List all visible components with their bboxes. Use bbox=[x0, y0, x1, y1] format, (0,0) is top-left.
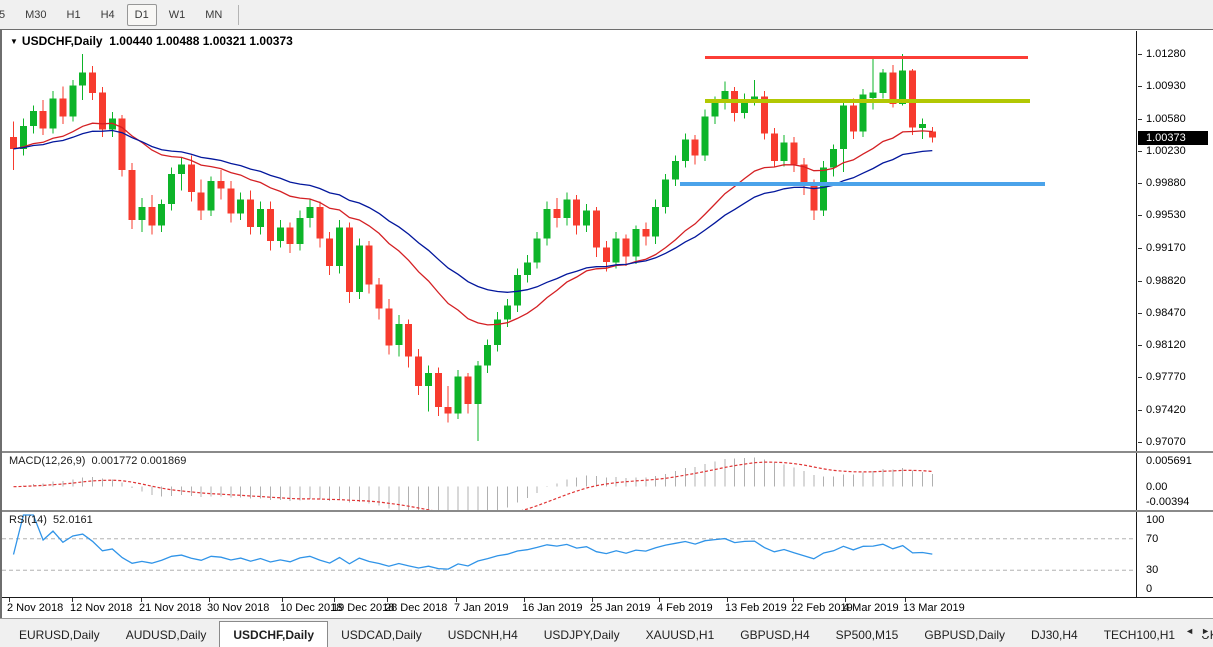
macd-tick-label: -0.00394 bbox=[1146, 496, 1190, 508]
timeframe-toolbar: 5 M30 H1 H4 D1 W1 MN bbox=[0, 0, 1213, 29]
price-tick-label: 0.99170 bbox=[1146, 242, 1186, 254]
macd-tick-label: 0.005691 bbox=[1146, 455, 1192, 467]
rsi-panel: RSI(14) 52.0161 100 70 30 0 bbox=[2, 512, 1213, 597]
chart-title-dropdown-icon: ▼ bbox=[10, 37, 18, 46]
price-chart-panel: ▼ USDCHF,Daily 1.00440 1.00488 1.00321 1.… bbox=[2, 31, 1213, 451]
timeframe-button-w1[interactable]: W1 bbox=[161, 4, 194, 26]
price-chart-canvas[interactable] bbox=[2, 31, 1137, 451]
macd-axis[interactable]: 0.005691 0.00 -0.00394 bbox=[1138, 453, 1213, 510]
price-tick-label: 1.00930 bbox=[1146, 80, 1186, 92]
timeframe-button-h1[interactable]: H1 bbox=[59, 4, 89, 26]
chart-tab-dj30[interactable]: DJ30,H4 bbox=[1018, 623, 1091, 647]
price-tick-mark bbox=[1138, 248, 1142, 249]
price-tick-mark bbox=[1138, 86, 1142, 87]
rsi-canvas[interactable] bbox=[2, 512, 1137, 597]
date-tick-label: 2 Nov 2018 bbox=[7, 602, 64, 614]
rsi-tick-label: 0 bbox=[1146, 583, 1153, 595]
price-tick-mark bbox=[1138, 215, 1142, 216]
macd-plot[interactable]: MACD(12,26,9) 0.001772 0.001869 bbox=[2, 453, 1137, 510]
price-tick-mark bbox=[1138, 183, 1142, 184]
chart-symbol-label: USDCHF,Daily bbox=[21, 34, 103, 48]
date-tick-label: 25 Jan 2019 bbox=[590, 602, 651, 614]
price-tick-label: 0.97420 bbox=[1146, 404, 1186, 416]
rsi-tick-label: 30 bbox=[1146, 564, 1159, 576]
chart-tab-tech100[interactable]: TECH100,H1 bbox=[1091, 623, 1188, 647]
chart-tab-gbpusd[interactable]: GBPUSD,H4 bbox=[727, 623, 822, 647]
price-tick-label: 0.98470 bbox=[1146, 307, 1186, 319]
date-tick-label: 4 Mar 2019 bbox=[843, 602, 899, 614]
date-tick-label: 13 Mar 2019 bbox=[903, 602, 965, 614]
tab-scroll-right-icon[interactable]: ► bbox=[1201, 626, 1210, 636]
date-tick-label: 12 Nov 2018 bbox=[70, 602, 133, 614]
price-tick-label: 0.99880 bbox=[1146, 177, 1186, 189]
price-tick-label: 0.97770 bbox=[1146, 371, 1186, 383]
date-tick-label: 30 Nov 2018 bbox=[207, 602, 270, 614]
price-tick-mark bbox=[1138, 119, 1142, 120]
macd-label: MACD(12,26,9) 0.001772 0.001869 bbox=[9, 455, 187, 467]
current-price-tag: 1.00373 bbox=[1138, 131, 1208, 145]
date-tick-label: 4 Feb 2019 bbox=[657, 602, 713, 614]
chart-tab-sp500[interactable]: SP500,M15 bbox=[823, 623, 912, 647]
date-tick-label: 7 Jan 2019 bbox=[454, 602, 509, 614]
tab-scroll-arrows: ◄ ► bbox=[1179, 626, 1210, 636]
chart-ohlc-values: 1.00440 1.00488 1.00321 1.00373 bbox=[109, 34, 293, 48]
timeframe-button-5[interactable]: 5 bbox=[0, 4, 13, 26]
price-tick-label: 0.98120 bbox=[1146, 339, 1186, 351]
rsi-value: 52.0161 bbox=[53, 514, 93, 526]
price-tick-mark bbox=[1138, 313, 1142, 314]
date-tick-label: 28 Dec 2018 bbox=[385, 602, 448, 614]
chart-tab-usdcnh[interactable]: USDCNH,H4 bbox=[435, 623, 531, 647]
price-tick-mark bbox=[1138, 345, 1142, 346]
price-axis[interactable]: 1.01280 1.00930 1.00580 1.00230 0.99880 0.995… bbox=[1138, 31, 1213, 451]
timeframe-button-m30[interactable]: M30 bbox=[17, 4, 54, 26]
chart-tab-xauusd[interactable]: XAUUSD,H1 bbox=[633, 623, 728, 647]
toolbar-separator bbox=[238, 4, 240, 25]
rsi-label: RSI(14) 52.0161 bbox=[9, 514, 93, 526]
date-tick-label: 21 Nov 2018 bbox=[139, 602, 202, 614]
price-tick-label: 1.01280 bbox=[1146, 48, 1186, 60]
chart-tab-usdchf[interactable]: USDCHF,Daily bbox=[219, 621, 329, 647]
chart-tab-usdcad[interactable]: USDCAD,Daily bbox=[328, 623, 435, 647]
price-tick-mark bbox=[1138, 151, 1142, 152]
timeframe-button-mn[interactable]: MN bbox=[197, 4, 230, 26]
price-tick-mark bbox=[1138, 442, 1142, 443]
chart-tab-audusd[interactable]: AUDUSD,Daily bbox=[113, 623, 220, 647]
price-chart-plot[interactable]: ▼ USDCHF,Daily 1.00440 1.00488 1.00321 1.… bbox=[2, 31, 1137, 451]
rsi-tick-label: 100 bbox=[1146, 514, 1165, 526]
date-tick-label: 16 Jan 2019 bbox=[522, 602, 583, 614]
timeframe-button-d1[interactable]: D1 bbox=[126, 3, 157, 26]
chart-tab-gbpusd[interactable]: GBPUSD,Daily bbox=[911, 623, 1018, 647]
macd-values: 0.001772 0.001869 bbox=[91, 455, 187, 467]
chart-tab-eurusd[interactable]: EURUSD,Daily bbox=[6, 623, 113, 647]
price-tick-label: 0.97070 bbox=[1146, 436, 1186, 448]
price-tick-mark bbox=[1138, 410, 1142, 411]
time-axis[interactable]: 2 Nov 2018 12 Nov 2018 21 Nov 2018 30 Nov 2… bbox=[2, 597, 1213, 619]
chart-window: ▼ USDCHF,Daily 1.00440 1.00488 1.00321 1.… bbox=[0, 29, 1213, 619]
price-tick-label: 1.00230 bbox=[1146, 145, 1186, 157]
rsi-tick-label: 70 bbox=[1146, 533, 1159, 545]
price-tick-mark bbox=[1138, 377, 1142, 378]
date-tick-label: 13 Feb 2019 bbox=[725, 602, 787, 614]
price-tick-label: 0.99530 bbox=[1146, 209, 1186, 221]
price-tick-mark bbox=[1138, 281, 1142, 282]
macd-tick-label: 0.00 bbox=[1146, 481, 1168, 493]
rsi-plot[interactable]: RSI(14) 52.0161 bbox=[2, 512, 1137, 597]
chart-tab-usdjpy[interactable]: USDJPY,Daily bbox=[531, 623, 633, 647]
price-tick-label: 1.00580 bbox=[1146, 113, 1186, 125]
rsi-axis[interactable]: 100 70 30 0 bbox=[1138, 512, 1213, 597]
price-tick-mark bbox=[1138, 54, 1142, 55]
tab-scroll-left-icon[interactable]: ◄ bbox=[1185, 626, 1194, 636]
trading-terminal: 5 M30 H1 H4 D1 W1 MN ▼ USDCHF,Daily 1.00440 1.0… bbox=[0, 0, 1213, 647]
chart-title: ▼ USDCHF,Daily 1.00440 1.00488 1.00321 1.… bbox=[10, 34, 293, 48]
macd-panel: MACD(12,26,9) 0.001772 0.001869 0.005691… bbox=[2, 453, 1213, 510]
timeframe-button-h4[interactable]: H4 bbox=[93, 4, 123, 26]
chart-tabbar: EURUSD,Daily AUDUSD,Daily USDCHF,Daily USDC… bbox=[0, 618, 1213, 647]
price-tick-label: 0.98820 bbox=[1146, 275, 1186, 287]
